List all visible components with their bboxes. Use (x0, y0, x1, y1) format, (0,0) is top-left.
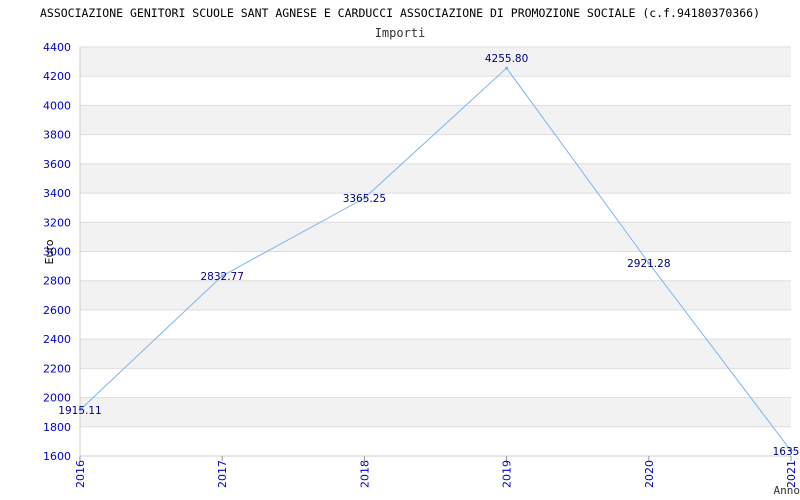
y-tick-label: 2400 (43, 333, 71, 346)
y-tick-label: 4000 (43, 99, 71, 112)
y-tick-label: 3600 (43, 158, 71, 171)
grid-band (80, 163, 791, 194)
y-tick-label: 3400 (43, 187, 71, 200)
grid-band (80, 47, 791, 77)
data-label: 3365.25 (343, 193, 386, 205)
y-tick-label: 4200 (43, 70, 71, 83)
chart: ASSOCIAZIONE GENITORI SCUOLE SANT AGNESE… (40, 6, 800, 497)
chart-subtitle: Importi (375, 26, 426, 40)
grid-band (80, 280, 791, 310)
x-axis-label: Anno (774, 484, 800, 497)
y-tick-label: 4400 (43, 41, 71, 54)
data-label: 1915.11 (58, 405, 101, 417)
y-tick-label: 2800 (43, 275, 71, 288)
x-tick-label: 2019 (501, 460, 514, 488)
grid-band (80, 339, 791, 369)
y-tick-label: 3800 (43, 129, 71, 142)
y-tick-label: 2600 (43, 304, 71, 317)
y-tick-label: 3200 (43, 216, 71, 229)
data-point (505, 66, 509, 70)
x-tick-label: 2017 (216, 460, 229, 488)
y-tick-label: 2200 (43, 362, 71, 375)
data-label: 2921.28 (627, 258, 670, 270)
plot-area: 1600180020002200240026002800300032003400… (43, 41, 800, 488)
y-tick-label: 1600 (43, 450, 71, 463)
y-axis-label: Euro (43, 239, 56, 264)
x-tick-label: 2016 (74, 460, 87, 488)
x-tick-label: 2020 (643, 460, 656, 488)
grid-band (80, 222, 791, 252)
grid-band (80, 397, 791, 427)
y-tick-label: 1800 (43, 421, 71, 434)
chart-title: ASSOCIAZIONE GENITORI SCUOLE SANT AGNESE… (40, 6, 760, 20)
x-tick-label: 2018 (358, 460, 371, 488)
data-label: 1635.2 (773, 446, 800, 458)
data-label: 4255.80 (485, 53, 528, 65)
data-label: 2832.77 (200, 271, 243, 283)
grid-band (80, 105, 791, 135)
y-tick-label: 2000 (43, 392, 71, 405)
